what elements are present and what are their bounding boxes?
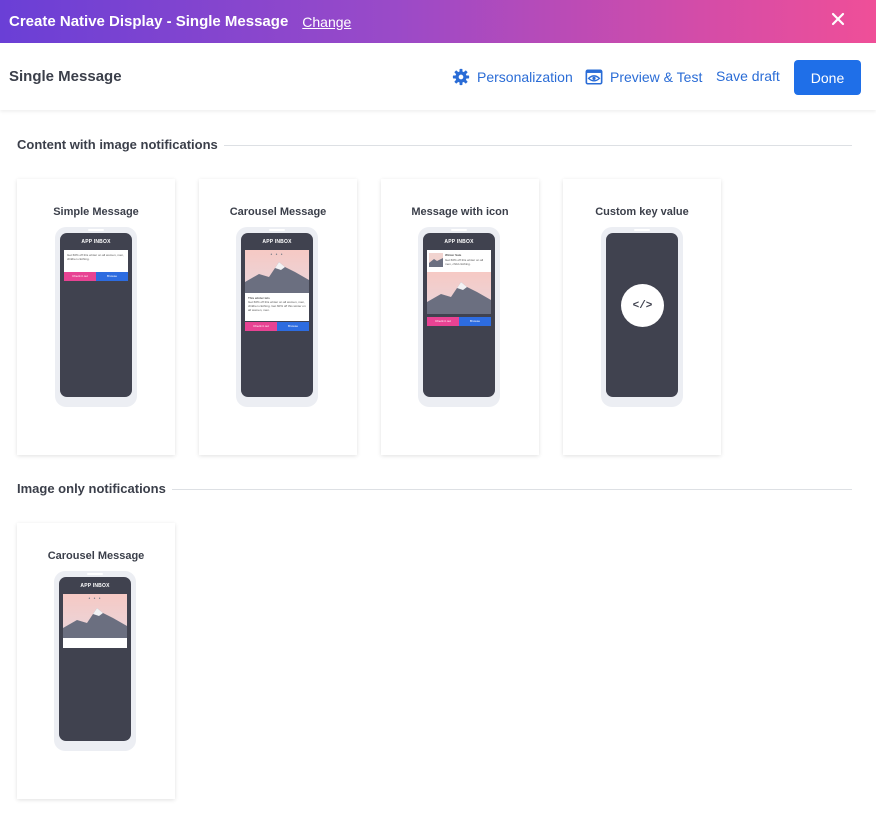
preview-primary-button: Check it out — [245, 322, 277, 331]
phone-preview: APP INBOX • • • — [54, 571, 136, 751]
carousel-image: • • • — [63, 594, 127, 638]
message-title: Winter Sale — [445, 253, 462, 257]
template-card-custom-key-value[interactable]: Custom key value </> — [563, 179, 721, 455]
preview-buttons: Check it out Browse — [245, 322, 309, 331]
preview-test-label: Preview & Test — [610, 69, 703, 85]
message-text: Get 60% off this winter on all women, me… — [248, 300, 306, 312]
inbox-label: APP INBOX — [80, 583, 110, 589]
carousel-dots: • • • — [270, 252, 284, 258]
message-text: Get 60% off this winter on all women, me… — [67, 253, 124, 261]
preview-test-button[interactable]: Preview & Test — [585, 68, 702, 86]
template-card-simple-message[interactable]: Simple Message APP INBOX Get 60% off thi… — [17, 179, 175, 455]
message-preview: This winter lets Get 60% off this winter… — [245, 293, 309, 321]
card-title: Custom key value — [595, 206, 689, 218]
preview-secondary-button: Browse — [96, 272, 128, 281]
message-preview: Get 60% off this winter on all women, me… — [64, 250, 128, 272]
done-button[interactable]: Done — [794, 60, 861, 95]
preview-primary-button: Check it out — [64, 272, 96, 281]
save-draft-button[interactable]: Save draft — [716, 68, 780, 84]
inbox-label: APP INBOX — [444, 239, 474, 245]
section-title-image-only: Image only notifications — [17, 481, 166, 496]
phone-preview: APP INBOX • • • This winter lets Get 60%… — [236, 227, 318, 407]
phone-notch — [451, 229, 467, 231]
personalization-button[interactable]: Personalization — [452, 68, 573, 86]
message-text: Get 60% off this winter on all men, chil… — [445, 258, 484, 266]
phone-notch — [87, 573, 103, 575]
preview-buttons: Check it out Browse — [64, 272, 128, 281]
code-icon: </> — [621, 284, 664, 327]
card-title: Carousel Message — [47, 550, 145, 562]
personalization-label: Personalization — [477, 69, 573, 85]
message-image — [427, 272, 491, 314]
section-title-content-image: Content with image notifications — [17, 137, 218, 152]
phone-preview: APP INBOX Get 60% off this winter on all… — [55, 227, 137, 407]
template-card-carousel-message[interactable]: Carousel Message APP INBOX • • • This wi… — [199, 179, 357, 455]
phone-screen: APP INBOX • • • — [59, 577, 131, 741]
preview-buttons: Check it out Browse — [427, 317, 491, 326]
phone-notch — [269, 229, 285, 231]
phone-screen: APP INBOX Winter Sale Get 60% off this w… — [423, 233, 495, 397]
change-link[interactable]: Change — [302, 14, 351, 30]
title-bar: Create Native Display - Single Message C… — [0, 0, 876, 43]
save-draft-label: Save draft — [716, 68, 780, 84]
template-card-image-carousel[interactable]: Carousel Message APP INBOX • • • — [17, 523, 175, 799]
inbox-label: APP INBOX — [81, 239, 111, 245]
template-card-message-with-icon[interactable]: Message with icon APP INBOX Winter Sale … — [381, 179, 539, 455]
phone-notch — [634, 229, 650, 231]
phone-screen: APP INBOX • • • This winter lets Get 60%… — [241, 233, 313, 397]
inbox-label: APP INBOX — [262, 239, 292, 245]
page-title: Single Message — [9, 68, 122, 85]
carousel-dots: • • • — [88, 596, 102, 602]
mountain-image — [427, 272, 491, 314]
phone-preview: APP INBOX Winter Sale Get 60% off this w… — [418, 227, 500, 407]
card-title: Simple Message — [53, 206, 139, 218]
phone-screen: </> — [606, 233, 678, 397]
message-preview: Winter Sale Get 60% off this winter on a… — [427, 250, 491, 272]
page-header: Single Message Personalization Preview &… — [0, 43, 876, 110]
eye-icon — [585, 69, 603, 85]
message-icon-thumbnail — [429, 253, 443, 267]
window-title: Create Native Display - Single Message — [9, 13, 289, 30]
preview-secondary-button: Browse — [459, 317, 491, 326]
phone-notch — [88, 229, 104, 231]
card-title: Message with icon — [411, 206, 509, 218]
preview-primary-button: Check it out — [427, 317, 459, 326]
carousel-image: • • • — [245, 250, 309, 293]
phone-preview: </> — [601, 227, 683, 407]
preview-secondary-button: Browse — [277, 322, 309, 331]
phone-screen: APP INBOX Get 60% off this winter on all… — [60, 233, 132, 397]
gear-icon — [452, 68, 470, 86]
card-title: Carousel Message — [229, 206, 327, 218]
message-footer — [63, 638, 127, 648]
section-divider — [172, 489, 852, 490]
close-icon[interactable] — [828, 9, 848, 29]
section-divider — [224, 145, 852, 146]
